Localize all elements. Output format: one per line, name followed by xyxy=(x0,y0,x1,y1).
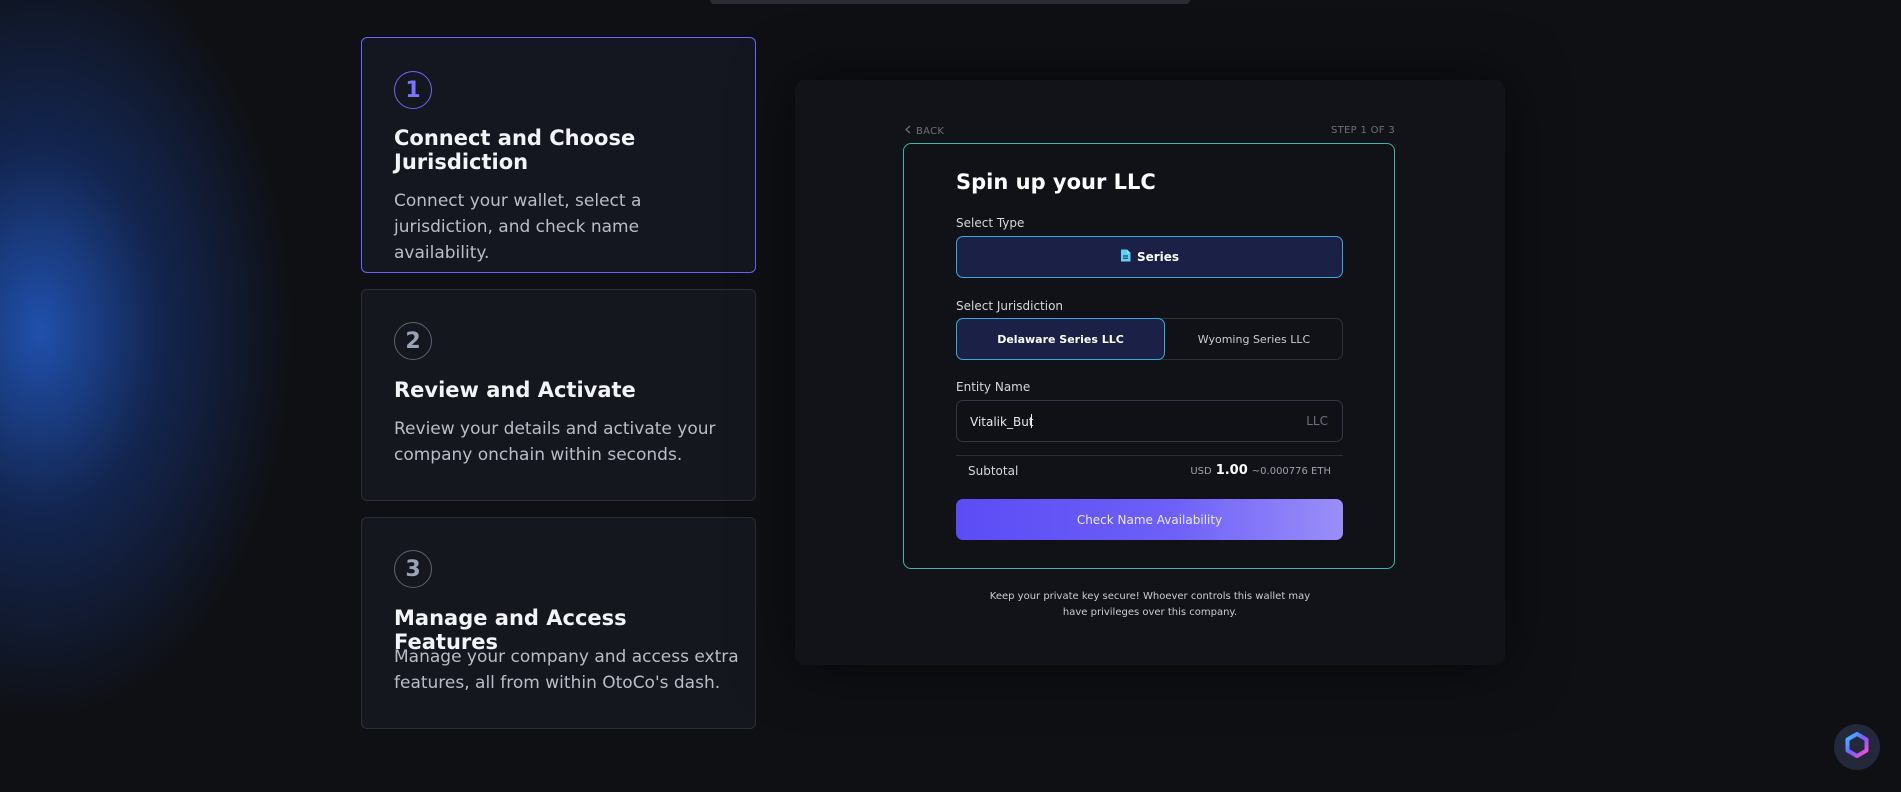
jurisdiction-label: Select Jurisdiction xyxy=(956,299,1064,313)
type-option-series[interactable]: Series xyxy=(956,236,1343,278)
jurisdiction-option-wyoming[interactable]: Wyoming Series LLC xyxy=(1165,318,1343,360)
top-bar xyxy=(710,0,1190,4)
type-option-label: Series xyxy=(1136,250,1180,264)
entity-name-input[interactable]: Vitalik_But LLC xyxy=(956,400,1343,442)
entity-name-text: Vitalik_But xyxy=(970,415,1034,429)
step-number-badge: 2 xyxy=(394,322,432,360)
page: 1 Connect and Choose Jurisdiction Connec… xyxy=(0,0,1901,792)
llc-form-card: Spin up your LLC Select Type Series Sele… xyxy=(903,143,1395,569)
step-number-badge: 3 xyxy=(394,550,432,588)
step-description: Review your details and activate your co… xyxy=(394,419,716,465)
step-title: Connect and Choose Jurisdiction xyxy=(394,126,636,174)
jurisdiction-option-delaware[interactable]: Delaware Series LLC xyxy=(956,318,1165,360)
entity-suffix: LLC xyxy=(1306,414,1328,428)
step-card-2[interactable]: 2 Review and Activate Review your detail… xyxy=(361,289,756,501)
security-disclaimer: Keep your private key secure! Whoever co… xyxy=(989,591,1311,618)
entity-name-label: Entity Name xyxy=(956,380,1031,394)
divider xyxy=(956,455,1343,456)
eth-amount: ~0.000776 ETH xyxy=(1251,466,1331,477)
currency-label: USD xyxy=(1190,466,1212,477)
subtotal-label: Subtotal xyxy=(968,464,1019,478)
document-icon xyxy=(1120,249,1131,265)
step-indicator: STEP 1 OF 3 xyxy=(1331,125,1395,136)
step-description: Connect your wallet, select a jurisdicti… xyxy=(394,191,642,263)
text-caret xyxy=(1030,414,1032,428)
step-card-1[interactable]: 1 Connect and Choose Jurisdiction Connec… xyxy=(361,37,756,273)
step-title: Review and Activate xyxy=(394,378,636,402)
form-title: Spin up your LLC xyxy=(956,170,1156,194)
back-button[interactable]: BACK xyxy=(904,125,944,137)
subtotal-amount: 1.00 xyxy=(1215,463,1248,478)
check-name-availability-button[interactable]: Check Name Availability xyxy=(956,499,1343,540)
subtotal-value: USD 1.00 ~0.000776 ETH xyxy=(1190,463,1331,478)
chevron-left-icon xyxy=(904,125,912,137)
step-description: Manage your company and access extra fea… xyxy=(394,647,739,693)
chat-widget-icon xyxy=(1844,732,1870,762)
step-card-3[interactable]: 3 Manage and Access Features Manage your… xyxy=(361,517,756,729)
entity-name-value: Vitalik_But xyxy=(970,414,1034,429)
step-number-badge: 1 xyxy=(394,71,432,109)
chat-widget-button[interactable] xyxy=(1834,724,1880,770)
jurisdiction-selector: Delaware Series LLC Wyoming Series LLC xyxy=(956,318,1343,360)
back-label: BACK xyxy=(916,125,945,137)
type-label: Select Type xyxy=(956,216,1025,230)
